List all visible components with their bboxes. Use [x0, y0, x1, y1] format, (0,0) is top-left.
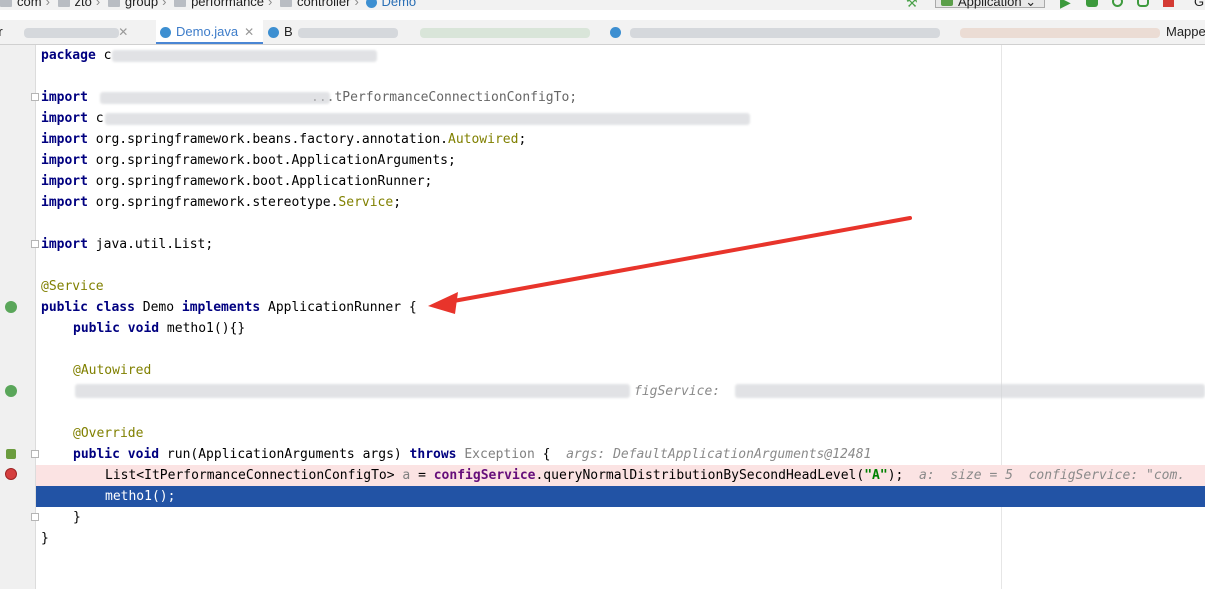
arrow-shaft [446, 216, 912, 304]
red-annotation-arrow [428, 216, 912, 314]
arrow-head [428, 292, 458, 314]
